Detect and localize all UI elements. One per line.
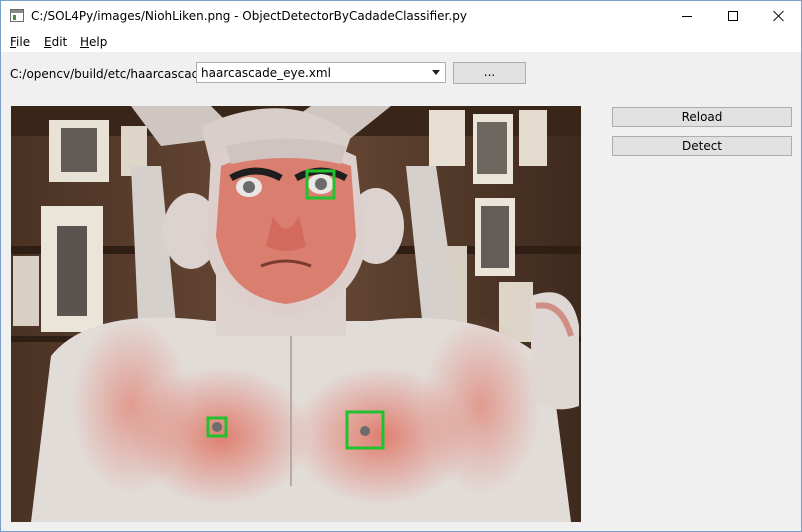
window-title: C:/SOL4Py/images/NiohLiken.png - ObjectD… [31, 9, 467, 23]
cascade-file-value: haarcascade_eye.xml [201, 66, 331, 80]
title-bar[interactable]: C:/SOL4Py/images/NiohLiken.png - ObjectD… [1, 1, 801, 31]
menu-help[interactable]: Help [80, 35, 107, 49]
close-icon [773, 10, 785, 22]
minimize-button[interactable] [664, 1, 710, 31]
right-nipple [360, 426, 370, 436]
minimize-icon [682, 15, 692, 17]
close-button[interactable] [756, 1, 802, 31]
detect-button[interactable]: Detect [612, 136, 792, 156]
left-nipple [212, 422, 222, 432]
chevron-down-icon [432, 70, 440, 75]
image-view[interactable] [11, 106, 581, 522]
browse-button[interactable]: ... [453, 62, 526, 84]
main-window: C:/SOL4Py/images/NiohLiken.png - ObjectD… [0, 0, 802, 532]
reload-button[interactable]: Reload [612, 107, 792, 127]
statue-image [11, 106, 581, 522]
menu-file[interactable]: File [10, 35, 30, 49]
maximize-icon [728, 11, 738, 21]
cascade-directory-label: C:/opencv/build/etc/haarcascades [10, 67, 213, 81]
menu-edit[interactable]: Edit [44, 35, 67, 49]
maximize-button[interactable] [710, 1, 756, 31]
cascade-file-combobox[interactable]: haarcascade_eye.xml [196, 62, 446, 83]
app-window-icon [10, 9, 24, 22]
menu-bar: File Edit Help [1, 31, 801, 52]
